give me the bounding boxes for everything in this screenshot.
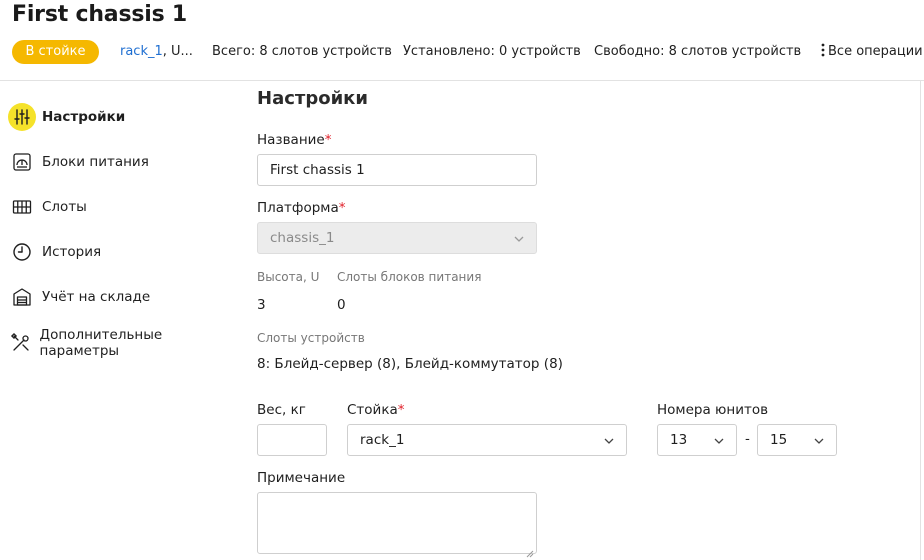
warehouse-icon [8, 283, 36, 311]
rack-link[interactable]: rack_1 [120, 44, 163, 59]
name-label: Название* [257, 132, 332, 148]
sidebar-item-label: Слоты [42, 199, 87, 215]
sidebar-item-label: Блоки питания [42, 154, 149, 170]
units-label: Номера юнитов [657, 402, 769, 418]
chevron-down-icon [714, 436, 724, 446]
chevron-down-icon [814, 436, 824, 446]
height-label: Высота, U [257, 270, 320, 284]
devices-installed: Установлено: 0 устройств [403, 44, 581, 59]
more-vertical-icon [818, 40, 828, 64]
note-label: Примечание [257, 470, 346, 486]
status-badge: В стойке [12, 40, 99, 64]
note-textarea[interactable] [257, 492, 537, 558]
psu-slots-value: 0 [337, 297, 346, 313]
sliders-icon [8, 103, 36, 131]
rack-location-suffix: , U... [162, 44, 193, 59]
status-bar: В стойке rack_1, U... Всего: 8 слотов ус… [12, 40, 924, 64]
sidebar-item-label: Дополнительные параметры [39, 327, 163, 359]
slots-total: Всего: 8 слотов устройств [212, 44, 392, 59]
power-supply-icon [8, 148, 36, 176]
sidebar-item-history[interactable]: История [8, 235, 228, 269]
required-mark: * [397, 402, 405, 418]
rack-select-value: rack_1 [360, 432, 405, 448]
right-border [920, 80, 921, 560]
device-slots-value: 8: Блейд-сервер (8), Блейд-коммутатор (8… [257, 356, 563, 372]
section-title: Настройки [257, 88, 369, 109]
weight-label: Вес, кг [257, 402, 306, 418]
sidebar-item-slots[interactable]: Слоты [8, 190, 228, 224]
sidebar-item-extra-params[interactable]: Дополнительные параметры [8, 326, 228, 360]
sidebar-item-warehouse[interactable]: Учёт на складе [8, 280, 228, 314]
height-value: 3 [257, 297, 266, 313]
units-separator: - [745, 431, 750, 447]
unit-to-value: 15 [770, 432, 788, 448]
required-mark: * [338, 200, 346, 216]
resize-handle-icon[interactable] [526, 543, 534, 558]
sidebar-item-label: История [42, 244, 102, 260]
tools-icon [8, 329, 34, 357]
slots-free: Свободно: 8 слотов устройств [594, 44, 802, 59]
device-slots-label: Слоты устройств [257, 331, 365, 345]
rack-label: Стойка* [347, 402, 405, 418]
clock-icon [8, 238, 36, 266]
chevron-down-icon [514, 234, 524, 244]
rack-location: rack_1, U... [120, 44, 193, 59]
unit-to-select[interactable]: 15 [757, 424, 837, 456]
required-mark: * [324, 132, 332, 148]
sidebar-item-settings[interactable]: Настройки [8, 100, 228, 134]
chevron-down-icon [604, 436, 614, 446]
unit-from-value: 13 [670, 432, 688, 448]
slots-grid-icon [8, 193, 36, 221]
all-operations-label: Все операции [828, 44, 923, 59]
sidebar-item-label: Настройки [42, 109, 126, 125]
all-operations-button[interactable]: Все операции [818, 40, 923, 64]
sidebar-item-label: Учёт на складе [42, 289, 151, 305]
platform-select-value: chassis_1 [270, 230, 335, 246]
page-title: First chassis 1 [12, 2, 188, 27]
platform-label: Платформа* [257, 200, 346, 216]
psu-slots-label: Слоты блоков питания [337, 270, 482, 284]
sidebar-item-power-supplies[interactable]: Блоки питания [8, 145, 228, 179]
unit-from-select[interactable]: 13 [657, 424, 737, 456]
rack-select[interactable]: rack_1 [347, 424, 627, 456]
weight-input[interactable] [257, 424, 327, 456]
name-input[interactable]: First chassis 1 [257, 154, 537, 186]
header-divider [0, 80, 924, 81]
platform-select: chassis_1 [257, 222, 537, 254]
